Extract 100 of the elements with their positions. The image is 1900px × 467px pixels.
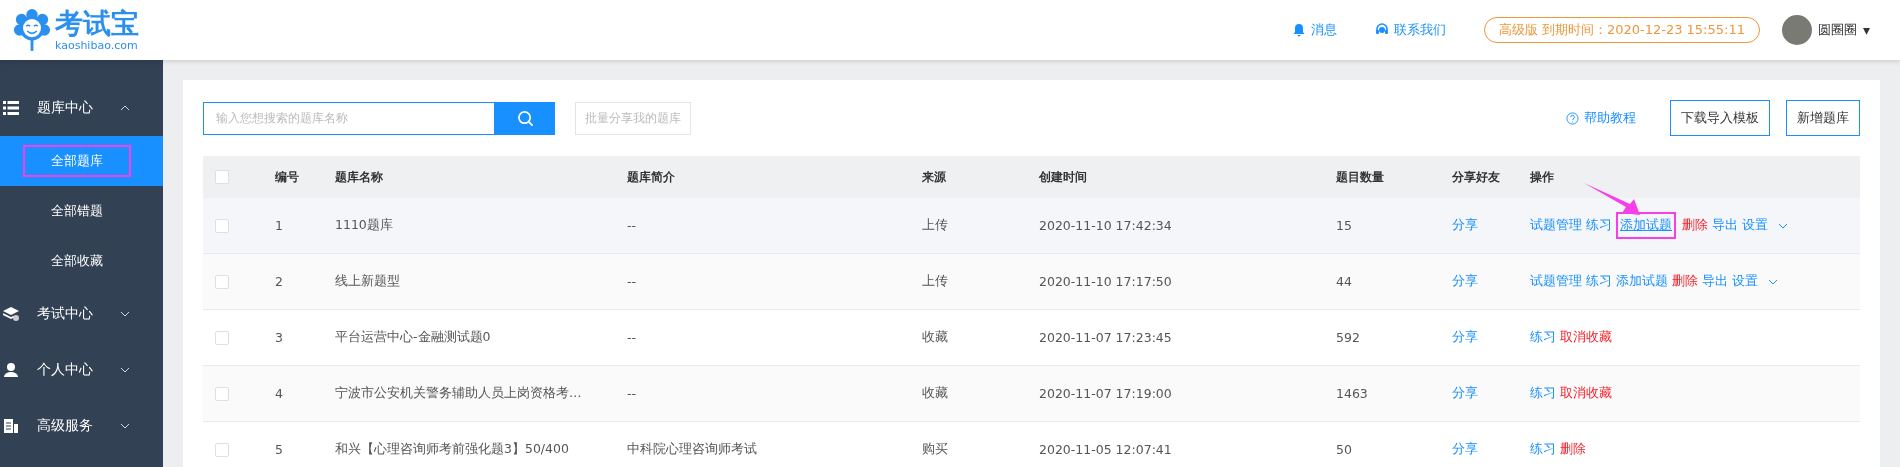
action-link[interactable]: 练习: [1530, 441, 1556, 456]
books-icon: [3, 307, 19, 321]
table-cell: 4: [275, 386, 283, 401]
action-link[interactable]: 设置: [1732, 273, 1758, 288]
action-link[interactable]: 添加试题: [1616, 273, 1668, 288]
sidebar-group[interactable]: 考试中心: [0, 286, 163, 342]
person-icon: [3, 363, 19, 377]
flower-logo-icon: [13, 9, 51, 51]
action-link[interactable]: 练习: [1530, 385, 1556, 400]
column-header: 题库简介: [627, 169, 675, 184]
column-header: 编号: [275, 169, 299, 184]
share-link[interactable]: 分享: [1452, 385, 1478, 400]
row-checkbox[interactable]: [215, 219, 229, 234]
user-name[interactable]: 圆圈圈: [1817, 21, 1857, 39]
header-link[interactable]: 消息: [1291, 21, 1337, 39]
table-cell: 平台运营中心-金融测试题0: [335, 329, 491, 344]
search-button[interactable]: [495, 101, 555, 135]
row-checkbox[interactable]: [215, 387, 229, 402]
headset-icon: [1374, 23, 1389, 37]
table-cell: 592: [1336, 330, 1360, 345]
sidebar-item[interactable]: 全部错题: [40, 197, 113, 225]
chevron-icon[interactable]: [1768, 279, 1778, 285]
table-cell: 和兴【心理咨询师考前强化题3】50/400: [335, 441, 569, 456]
row-checkbox[interactable]: [215, 275, 229, 290]
action-link[interactable]: 删除: [1560, 441, 1586, 456]
chevron-icon: [120, 105, 130, 111]
search-field[interactable]: 输入您想搜索的题库名称: [203, 101, 495, 135]
list-icon: [3, 101, 19, 115]
row-checkbox[interactable]: [215, 443, 229, 458]
batch-share-button[interactable]: 批量分享我的题库: [575, 101, 691, 135]
column-header: 题库名称: [335, 169, 383, 184]
sidebar-group[interactable]: 高级服务: [0, 398, 163, 454]
table-cell: 收藏: [922, 329, 948, 344]
building-icon: [3, 419, 19, 433]
table-cell: 3: [275, 330, 283, 345]
chevron-icon: [120, 423, 130, 429]
table-cell: 2020-11-10 17:17:50: [1039, 274, 1172, 289]
action-link[interactable]: 导出: [1712, 217, 1738, 232]
table-cell: --: [627, 330, 637, 345]
share-link[interactable]: 分享: [1452, 441, 1478, 456]
table-cell: 上传: [922, 273, 948, 288]
action-link[interactable]: 删除: [1672, 273, 1698, 288]
table-cell: 1: [275, 218, 283, 233]
action-link[interactable]: 练习: [1586, 217, 1612, 232]
select-all-checkbox[interactable]: [215, 170, 229, 185]
table-cell: 2020-11-05 12:07:41: [1039, 442, 1172, 457]
table-cell: --: [627, 274, 637, 289]
column-header: 来源: [922, 169, 946, 184]
action-link[interactable]: 删除: [1682, 217, 1708, 232]
share-link[interactable]: 分享: [1452, 273, 1478, 288]
table-cell: 44: [1336, 274, 1352, 289]
logo-domain: kaoshibao.com: [55, 39, 139, 51]
table-cell: 15: [1336, 218, 1352, 233]
action-link[interactable]: 取消收藏: [1560, 329, 1612, 344]
caret-icon[interactable]: ▾: [1862, 22, 1870, 38]
table-cell: 5: [275, 442, 283, 457]
table-cell: 中科院心理咨询师考试: [627, 441, 757, 456]
bell-icon: [1291, 23, 1306, 37]
help-icon: [1566, 111, 1579, 125]
table-cell: 上传: [922, 217, 948, 232]
share-link[interactable]: 分享: [1452, 217, 1478, 232]
column-header: 题目数量: [1336, 169, 1384, 184]
outline-button[interactable]: 下载导入模板: [1670, 100, 1770, 136]
action-link[interactable]: 练习: [1586, 273, 1612, 288]
chevron-icon[interactable]: [1778, 223, 1788, 229]
row-checkbox[interactable]: [215, 331, 229, 346]
table-cell: --: [627, 218, 637, 233]
column-header: 分享好友: [1452, 169, 1500, 184]
help-link[interactable]: 帮助教程: [1566, 109, 1636, 127]
table-cell: 1463: [1336, 386, 1368, 401]
action-link[interactable]: 试题管理: [1530, 273, 1582, 288]
table-cell: 1110题库: [335, 217, 393, 232]
chevron-icon: [120, 311, 130, 317]
table-cell: 收藏: [922, 385, 948, 400]
action-link[interactable]: 取消收藏: [1560, 385, 1612, 400]
action-link[interactable]: 试题管理: [1530, 217, 1582, 232]
table-cell: 宁波市公安机关警务辅助人员上岗资格考…: [335, 385, 582, 400]
table-cell: 2020-11-07 17:23:45: [1039, 330, 1172, 345]
chevron-icon: [120, 367, 130, 373]
table-cell: 购买: [922, 441, 948, 456]
logo-name: 考试宝: [55, 9, 139, 38]
column-header: 创建时间: [1039, 169, 1087, 184]
action-link[interactable]: 设置: [1742, 217, 1768, 232]
table-cell: 50: [1336, 442, 1352, 457]
avatar[interactable]: [1781, 15, 1812, 45]
table-cell: --: [627, 386, 637, 401]
action-link[interactable]: 练习: [1530, 329, 1556, 344]
action-link[interactable]: 导出: [1702, 273, 1728, 288]
table-cell: 线上新题型: [335, 273, 400, 288]
outline-button[interactable]: 新增题库: [1786, 100, 1860, 136]
table-cell: 2020-11-10 17:42:34: [1039, 218, 1172, 233]
sidebar-group[interactable]: 个人中心: [0, 342, 163, 398]
search-icon: [516, 109, 534, 127]
table-cell: 2020-11-07 17:19:00: [1039, 386, 1172, 401]
sidebar-item[interactable]: 全部收藏: [40, 247, 113, 275]
sidebar-group[interactable]: 题库中心: [0, 80, 163, 136]
column-header: 操作: [1530, 169, 1554, 184]
share-link[interactable]: 分享: [1452, 329, 1478, 344]
header-link[interactable]: 联系我们: [1374, 21, 1446, 39]
table-cell: 2: [275, 274, 283, 289]
